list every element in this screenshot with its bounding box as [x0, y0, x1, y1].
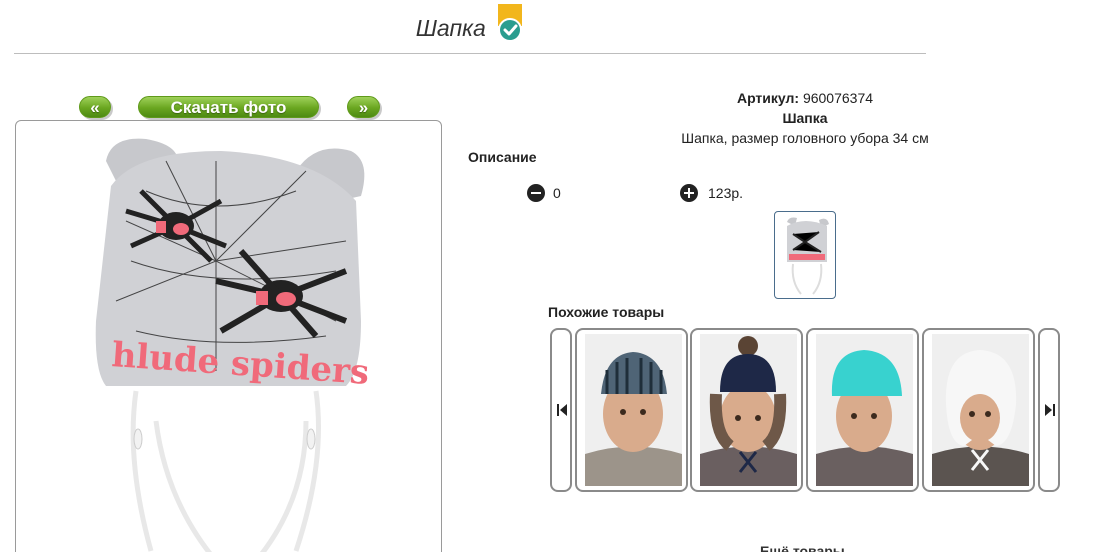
description-label: Описание	[468, 149, 537, 165]
prev-photo-button[interactable]: «	[79, 96, 111, 118]
increase-quantity-icon[interactable]	[680, 184, 698, 202]
product-thumbnail[interactable]	[774, 211, 836, 299]
decrease-quantity-icon[interactable]	[527, 184, 545, 202]
similar-next-button[interactable]	[1038, 328, 1060, 492]
next-photo-button[interactable]: »	[347, 96, 380, 118]
price-value: 123р.	[708, 185, 744, 201]
skip-forward-icon	[1045, 404, 1055, 416]
header-divider	[14, 53, 926, 54]
product-photo[interactable]: hlude spiders	[15, 120, 442, 552]
skip-back-icon	[557, 404, 567, 416]
similar-product-card[interactable]	[806, 328, 919, 492]
page-title: Шапка	[415, 14, 486, 41]
article-label: Артикул:	[736, 90, 800, 106]
similar-prev-button[interactable]	[550, 328, 572, 492]
product-description: Шапка, размер головного убора 34 см	[681, 130, 929, 146]
more-products-title: Ещё товары	[760, 543, 845, 552]
article-value: 960076374	[802, 90, 874, 106]
quantity-value: 0	[553, 185, 561, 201]
similar-product-card[interactable]	[575, 328, 688, 492]
article-line: Артикул: 960076374	[590, 90, 1020, 106]
download-photo-button[interactable]: Скачать фото	[138, 96, 319, 118]
page-header: Шапка	[0, 4, 940, 48]
product-name: Шапка	[782, 110, 828, 126]
similar-product-card[interactable]	[922, 328, 1035, 492]
similar-product-card[interactable]	[690, 328, 803, 492]
verified-badge-icon	[496, 4, 524, 44]
similar-products-title: Похожие товары	[548, 304, 665, 320]
